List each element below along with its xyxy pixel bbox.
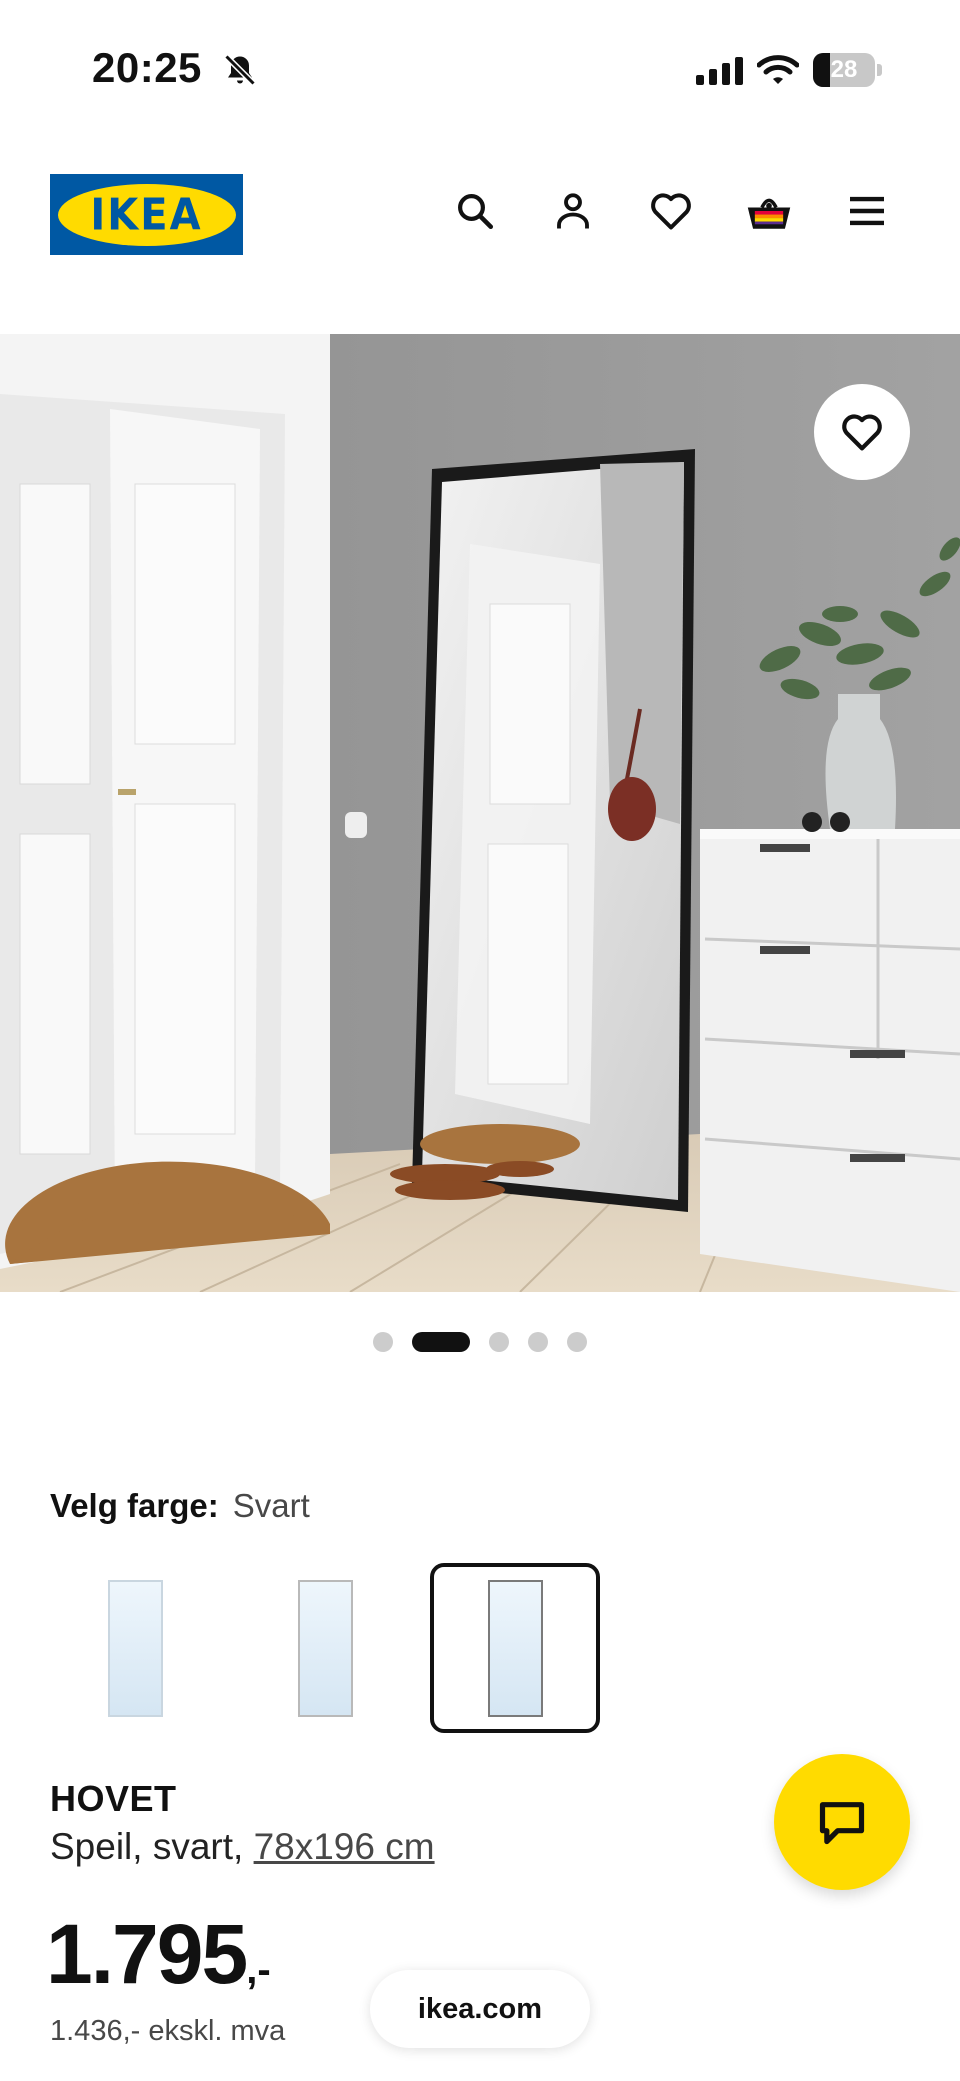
heart-icon	[842, 414, 882, 451]
status-bar: 20:25 28	[0, 0, 960, 140]
signal-icon	[696, 55, 743, 85]
wifi-icon	[757, 55, 799, 84]
color-swatch-3[interactable]	[430, 1563, 600, 1733]
product-photo	[0, 334, 960, 1292]
product-description: Speil, svart, 78x196 cm	[50, 1826, 435, 1868]
color-selector-label: Velg farge: Svart	[50, 1487, 310, 1525]
battery-level: 28	[830, 56, 858, 83]
color-swatch-2[interactable]	[240, 1563, 410, 1733]
battery-icon: 28	[813, 53, 875, 87]
color-swatch-1[interactable]	[50, 1563, 220, 1733]
site-header: IKEA	[0, 150, 960, 280]
mirror-thumbnail	[487, 1579, 543, 1717]
search-icon[interactable]	[452, 188, 498, 234]
basket-icon[interactable]	[746, 188, 792, 234]
logo-text: IKEA	[90, 189, 203, 240]
mirror-thumbnail	[107, 1579, 163, 1717]
mirror-thumbnail	[297, 1579, 353, 1717]
carousel-dot-1[interactable]	[373, 1332, 393, 1352]
image-carousel-indicator	[0, 1332, 960, 1352]
color-swatches	[50, 1563, 600, 1733]
carousel-dot-3[interactable]	[489, 1332, 509, 1352]
carousel-dot-5[interactable]	[567, 1332, 587, 1352]
product-image[interactable]	[0, 334, 960, 1292]
bell-off-icon	[224, 54, 256, 86]
color-label: Velg farge:	[50, 1487, 219, 1524]
add-to-favourites-button[interactable]	[814, 384, 910, 480]
product-name: HOVET	[50, 1778, 177, 1819]
chat-button[interactable]	[774, 1754, 910, 1890]
browser-url-bar[interactable]: ikea.com	[370, 1970, 590, 2048]
product-price: 1.795,-	[46, 1906, 271, 2003]
carousel-dot-2[interactable]	[412, 1332, 470, 1352]
selected-color: Svart	[232, 1487, 310, 1524]
product-type: Speil, svart,	[50, 1826, 254, 1867]
price-main: 1.795	[46, 1907, 248, 2001]
product-size-link[interactable]: 78x196 cm	[254, 1826, 435, 1867]
carousel-dot-4[interactable]	[528, 1332, 548, 1352]
heart-icon[interactable]	[648, 188, 694, 234]
chat-icon	[819, 1802, 865, 1845]
menu-icon[interactable]	[844, 188, 890, 234]
price-ex-vat: 1.436,- ekskl. mva	[50, 2015, 286, 2047]
status-time: 20:25	[92, 44, 202, 91]
ikea-logo[interactable]: IKEA	[50, 174, 243, 255]
account-icon[interactable]	[550, 188, 596, 234]
price-suffix: ,-	[246, 1948, 271, 1992]
